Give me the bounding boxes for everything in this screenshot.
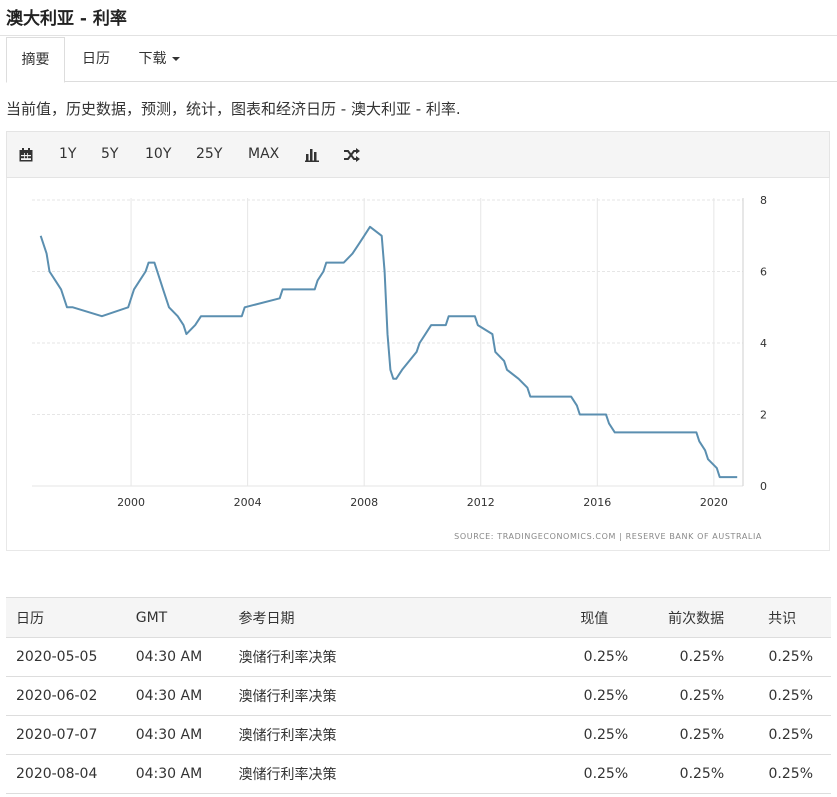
cell-previous: 0.25%: [646, 715, 743, 755]
chart-source-label: SOURCE: TRADINGECONOMICS.COM | RESERVE B…: [454, 532, 762, 541]
cell-gmt: 04:30 AM: [125, 676, 229, 716]
col-header-actual: 现值: [556, 597, 647, 638]
x-tick-label: 2020: [700, 496, 728, 509]
cell-actual: 0.25%: [556, 715, 647, 755]
cell-date: 2020-08-04: [6, 754, 126, 794]
x-tick-label: 2000: [117, 496, 145, 509]
page-title: 澳大利亚 - 利率: [6, 9, 127, 29]
table-row[interactable]: 2020-05-05 04:30 AM 澳储行利率决策 0.25% 0.25% …: [6, 637, 831, 677]
range-max-button[interactable]: MAX: [248, 132, 279, 177]
x-tick-label: 2004: [234, 496, 262, 509]
range-1y-button[interactable]: 1Y: [59, 132, 76, 177]
range-5y-button[interactable]: 5Y: [101, 132, 118, 177]
tab-calendar[interactable]: 日历: [66, 37, 126, 82]
cell-event[interactable]: 澳储行利率决策: [228, 637, 557, 677]
cell-date: 2020-05-05: [6, 637, 126, 677]
col-header-previous: 前次数据: [646, 597, 743, 638]
cell-gmt: 04:30 AM: [125, 637, 229, 677]
tab-summary-label: 摘要: [21, 52, 50, 68]
calendar-icon[interactable]: [19, 147, 33, 166]
table-row[interactable]: 2020-07-07 04:30 AM 澳储行利率决策 0.25% 0.25% …: [6, 715, 831, 755]
cell-date: 2020-07-07: [6, 715, 126, 755]
tab-download[interactable]: 下载: [128, 37, 190, 82]
col-header-gmt: GMT: [125, 597, 229, 638]
bar-chart-icon[interactable]: [305, 147, 319, 166]
range-10y-button[interactable]: 10Y: [145, 132, 171, 177]
y-tick-label: 6: [760, 266, 767, 279]
cell-gmt: 04:30 AM: [125, 715, 229, 755]
cell-actual: 0.25%: [556, 637, 647, 677]
interest-rate-chart: 0 2 4 6 8 2000 2004 2008 2012 2016 2020 SOURCE: TRA…: [6, 178, 830, 551]
calendar-table: 日历 GMT 参考日期 现值 前次数据 共识 2020-05-05 04:30 …: [6, 597, 831, 794]
chart-toolbar: 1Y 5Y 10Y 25Y MAX: [6, 131, 830, 178]
y-tick-label: 0: [760, 480, 767, 493]
tab-summary[interactable]: 摘要: [6, 37, 65, 83]
series-line-0: [39, 225, 738, 479]
cell-date: 2020-06-02: [6, 676, 126, 716]
tab-bar: 摘要 日历 下载: [6, 37, 837, 83]
title-divider: [0, 35, 837, 36]
cell-consensus: 0.25%: [742, 637, 831, 677]
x-tick-label: 2012: [467, 496, 495, 509]
shuffle-icon[interactable]: [344, 147, 360, 166]
cell-event[interactable]: 澳储行利率决策: [228, 715, 557, 755]
col-header-consensus: 共识: [742, 597, 831, 638]
y-tick-label: 4: [760, 337, 767, 350]
cell-previous: 0.25%: [646, 676, 743, 716]
table-header-row: 日历 GMT 参考日期 现值 前次数据 共识: [6, 597, 831, 638]
table-row[interactable]: 2020-06-02 04:30 AM 澳储行利率决策 0.25% 0.25% …: [6, 676, 831, 716]
cell-actual: 0.25%: [556, 754, 647, 794]
cell-actual: 0.25%: [556, 676, 647, 716]
cell-consensus: 0.25%: [742, 676, 831, 716]
x-tick-label: 2016: [583, 496, 611, 509]
cell-gmt: 04:30 AM: [125, 754, 229, 794]
chart-canvas: 0 2 4 6 8 2000 2004 2008 2012 2016 2020 SOURCE: TRA…: [32, 194, 767, 541]
x-tick-label: 2008: [350, 496, 378, 509]
col-header-reference: 参考日期: [228, 597, 557, 638]
y-tick-label: 8: [760, 194, 767, 207]
table-row[interactable]: 2020-08-04 04:30 AM 澳储行利率决策 0.25% 0.25% …: [6, 754, 831, 794]
col-header-calendar: 日历: [6, 597, 126, 638]
tab-download-label: 下载: [138, 51, 167, 67]
cell-consensus: 0.25%: [742, 715, 831, 755]
caret-down-icon: [171, 57, 180, 61]
cell-previous: 0.25%: [646, 637, 743, 677]
tab-calendar-label: 日历: [82, 51, 110, 67]
cell-consensus: 0.25%: [742, 754, 831, 794]
y-tick-label: 2: [760, 409, 767, 422]
cell-event[interactable]: 澳储行利率决策: [228, 754, 557, 794]
cell-previous: 0.25%: [646, 754, 743, 794]
page-description: 当前值，历史数据，预测，统计，图表和经济日历 - 澳大利亚 - 利率.: [6, 100, 461, 118]
range-25y-button[interactable]: 25Y: [196, 132, 222, 177]
cell-event[interactable]: 澳储行利率决策: [228, 676, 557, 716]
